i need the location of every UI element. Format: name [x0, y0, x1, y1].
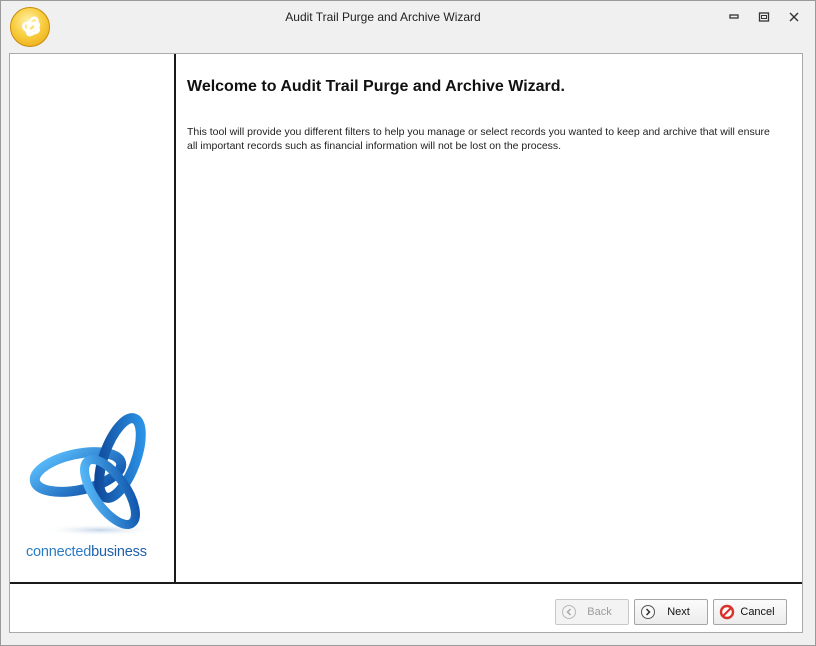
minimize-icon: [729, 14, 739, 19]
brand-word-business: business: [91, 544, 147, 560]
brand-wordmark: connectedbusiness: [26, 544, 147, 560]
close-button[interactable]: [783, 8, 805, 26]
next-arrow-icon: [640, 604, 656, 620]
maximize-button[interactable]: [753, 8, 775, 26]
next-button-label: Next: [667, 606, 690, 618]
next-button[interactable]: Next: [634, 599, 708, 625]
cancel-icon: [719, 604, 735, 620]
title-bar[interactable]: Audit Trail Purge and Archive Wizard: [1, 1, 815, 51]
wizard-window: Audit Trail Purge and Archive Wizard con…: [0, 0, 816, 646]
wizard-frame: connectedbusiness Welcome to Audit Trail…: [9, 53, 803, 633]
back-button[interactable]: Back: [555, 599, 629, 625]
footer-divider: [10, 582, 802, 584]
page-title: Welcome to Audit Trail Purge and Archive…: [187, 78, 565, 95]
maximize-icon: [758, 12, 770, 22]
back-arrow-icon: [561, 604, 577, 620]
cancel-button[interactable]: Cancel: [713, 599, 787, 625]
back-button-label: Back: [587, 606, 612, 618]
close-icon: [789, 12, 799, 22]
brand-word-connected: connected: [26, 544, 92, 560]
wizard-side-panel: connectedbusiness: [10, 54, 176, 582]
minimize-button[interactable]: [723, 8, 745, 26]
cancel-button-label: Cancel: [740, 606, 775, 618]
window-title: Audit Trail Purge and Archive Wizard: [285, 10, 481, 24]
welcome-description: This tool will provide you different fil…: [187, 126, 770, 152]
connected-business-logo-icon: [29, 413, 158, 536]
wizard-content: Welcome to Audit Trail Purge and Archive…: [187, 78, 787, 153]
